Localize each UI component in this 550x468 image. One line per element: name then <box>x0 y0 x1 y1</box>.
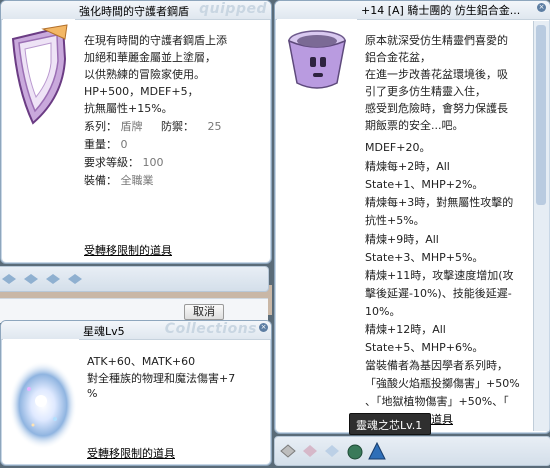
prop-value: 25 <box>207 120 222 133</box>
description-area: ATK+60、MATK+60 對全種族的物理和魔法傷害+7 % 受轉移限制的道具 <box>81 341 267 461</box>
prop-equip: 裝備： 全職業 <box>84 172 154 188</box>
item-title: 強化時間的守護者鋼盾 <box>79 5 189 18</box>
item-window-card: 星魂Lv5 Collections × ATK+60、MATK+60 對全種族的… <box>0 320 272 466</box>
description-area: 在現有時間的守護者鋼盾上添 加絕和華麗金屬並上塗層， 以供熟練的冒險家使用。 H… <box>79 23 265 259</box>
desc-line: State+3、MHP+5%。 <box>365 251 484 264</box>
desc-line: 期飯票的安全...吧。 <box>365 119 464 132</box>
desc-line: HP+500，MDEF+5， <box>84 85 199 98</box>
item-window-shield: 強化時間的守護者鋼盾 quipped 在現有時間的守護者鋼盾上添 加絕和華麗金屬… <box>0 0 272 264</box>
desc-line: 精煉+11時，攻擊速度增加(攻 <box>365 269 514 282</box>
desc-line: 當裝備者為基因學者系列時， <box>365 359 508 372</box>
desc-line: State+1、MHP+2%。 <box>365 178 484 191</box>
desc-line: 在現有時間的守護者鋼盾上添 <box>84 34 227 47</box>
item-title: 星魂Lv5 <box>83 325 125 338</box>
shield-icon <box>11 24 68 125</box>
desc-line: % <box>87 387 98 400</box>
pot-icon <box>287 30 347 89</box>
prop-value: 盾牌 <box>120 120 143 133</box>
desc-line: 、「地獄植物傷害」+50%、「 <box>365 395 509 408</box>
prop-defense: 防禦： 25 <box>161 118 222 134</box>
scrollbar-thumb[interactable] <box>536 25 546 205</box>
tooltip-text: 靈魂之芯Lv.1 <box>356 419 423 432</box>
cancel-button[interactable]: 取消 <box>184 304 224 320</box>
scrollbar[interactable] <box>533 21 549 431</box>
prop-label: 防禦： <box>161 120 194 133</box>
prop-label: 裝備： <box>84 174 117 187</box>
collections-tag: Collections <box>164 321 257 337</box>
enchant-slot-icon[interactable] <box>347 444 363 460</box>
desc-line: 以供熟練的冒險家使用。 <box>84 68 205 81</box>
desc-line: ATK+60、MATK+60 <box>87 355 196 368</box>
card-slot-icon[interactable] <box>303 445 317 457</box>
card-slots <box>2 274 82 284</box>
prop-weight: 重量： 0 <box>84 136 128 152</box>
prop-label: 要求等級： <box>84 156 139 169</box>
prop-level: 要求等級： 100 <box>84 154 164 170</box>
restriction-link[interactable]: 受轉移限制的道具 <box>84 242 172 258</box>
card-slot-icon[interactable] <box>2 274 16 284</box>
item-window-pot: +14 [A] 騎士團的 仿生鋁合金... × 原本就深受仿生精靈們喜愛的 鋁合… <box>274 0 550 434</box>
close-icon[interactable]: × <box>537 3 546 12</box>
desc-line: State+5、MHP+6%。 <box>365 341 484 354</box>
card-slot-icon[interactable] <box>325 445 339 457</box>
desc-line: MDEF+20。 <box>365 141 431 154</box>
item-illustration <box>3 339 79 459</box>
card-slots <box>280 441 386 460</box>
desc-line: 感受到危險時，會努力保護長 <box>365 102 508 115</box>
prop-value: 0 <box>120 138 128 151</box>
desc-line: 原本就深受仿生精靈們喜愛的 <box>365 34 508 47</box>
card-slot-icon[interactable] <box>68 274 82 284</box>
description-area: 原本就深受仿生精靈們喜愛的 鋁合金花盆， 在進一步改善花盆環境後，吸 引了更多仿… <box>361 23 529 429</box>
item-illustration <box>3 19 75 127</box>
prop-value: 全職業 <box>120 174 154 187</box>
desc-line: 精煉每+2時，All <box>365 160 450 173</box>
equipped-tag: quipped <box>199 1 267 17</box>
item-title: +14 [A] 騎士團的 仿生鋁合金... <box>361 4 521 17</box>
prop-label: 系列： <box>84 120 117 133</box>
prop-series: 系列： 盾牌 <box>84 118 143 134</box>
card-slot-strip <box>0 266 269 292</box>
desc-line: 加絕和華麗金屬並上塗層， <box>84 51 216 64</box>
restriction-link[interactable]: 受轉移限制的道具 <box>87 445 175 461</box>
card-slot-strip <box>274 436 550 466</box>
desc-line: 在進一步改善花盆環境後，吸 <box>365 68 508 81</box>
tooltip: 靈魂之芯Lv.1 <box>349 413 431 435</box>
desc-line: 10%。 <box>365 305 401 318</box>
desc-line: 「強酸火焰瓶投擲傷害」+50% <box>365 377 520 390</box>
desc-line: 鋁合金花盆， <box>365 51 431 64</box>
desc-line: 引了更多仿生精靈入住， <box>365 85 486 98</box>
desc-line: 對全種族的物理和魔法傷害+7 <box>87 372 236 385</box>
desc-line: 精煉每+3時，對無屬性攻擊的 <box>365 196 514 209</box>
enchant-slot-icon[interactable] <box>368 441 386 460</box>
card-slot-icon[interactable] <box>24 274 38 284</box>
desc-line: 擊後延遲-10%)、技能後延遲- <box>365 287 512 300</box>
prop-label: 重量： <box>84 138 117 151</box>
card-slot-icon[interactable] <box>280 444 296 458</box>
close-icon[interactable]: × <box>259 323 268 332</box>
prop-value: 100 <box>142 156 164 169</box>
desc-line: 精煉+12時，All <box>365 323 446 336</box>
desc-line: 抗無屬性+15%。 <box>84 102 173 115</box>
item-illustration <box>277 19 357 99</box>
card-slot-icon[interactable] <box>46 274 60 284</box>
desc-line: 精煉+9時，All <box>365 233 439 246</box>
star-soul-icon <box>9 361 77 449</box>
desc-line: 抗性+5%。 <box>365 214 425 227</box>
